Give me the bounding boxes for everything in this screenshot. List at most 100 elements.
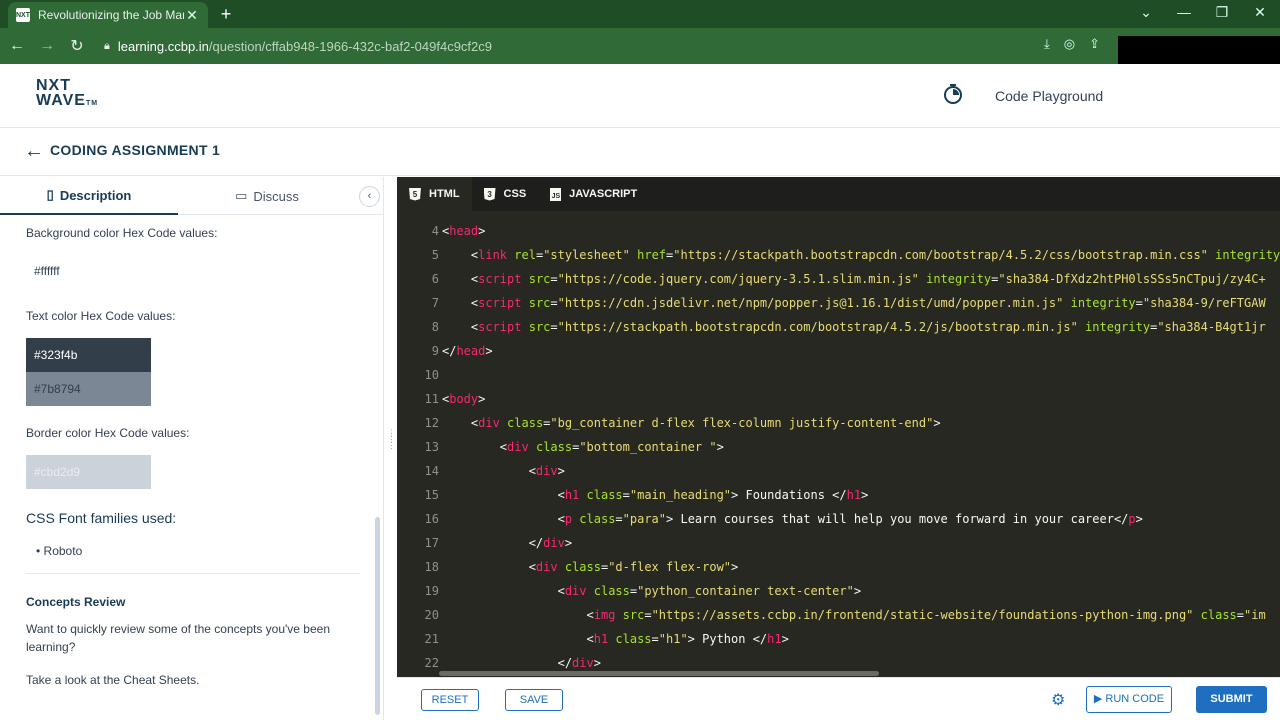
forward-icon[interactable]: → bbox=[34, 37, 60, 55]
line-number: 15 bbox=[424, 488, 439, 502]
code-line: <div class="d-flex flex-row"> bbox=[442, 560, 739, 574]
back-arrow-icon[interactable]: ← bbox=[24, 140, 44, 163]
app-header: NXT WAVETM Code Playground bbox=[0, 64, 1280, 128]
concepts-review-title: Concepts Review bbox=[26, 595, 126, 609]
url-path: /question/cffab948-1966-432c-baf2-049f4c… bbox=[208, 38, 492, 54]
line-number: 7 bbox=[431, 296, 439, 310]
line-number: 9 bbox=[431, 344, 439, 358]
html5-icon: 5 bbox=[409, 187, 421, 201]
tab-javascript[interactable]: JS JAVASCRIPT bbox=[538, 177, 649, 211]
tab-css-label: CSS bbox=[503, 188, 527, 200]
line-number: 21 bbox=[424, 632, 439, 646]
code-line: <h1 class="h1"> Python </h1> bbox=[442, 632, 789, 646]
run-code-button[interactable]: ▶ RUN CODE bbox=[1086, 686, 1172, 713]
nxtwave-logo[interactable]: NXT WAVETM bbox=[36, 78, 98, 111]
panel-tabs: ▯ Description ▭ Discuss ‹ bbox=[0, 177, 384, 215]
code-line: </head> bbox=[442, 344, 493, 358]
browser-tab[interactable]: NXT Revolutionizing the Job Market | ✕ bbox=[8, 2, 208, 28]
browser-tab-title: Revolutionizing the Job Market | bbox=[38, 8, 184, 22]
panel-resize-handle[interactable]: ⋮ ⋮ ⋮ bbox=[387, 429, 396, 460]
lock-icon: 🔒︎ bbox=[104, 39, 110, 52]
submit-button[interactable]: SUBMIT bbox=[1196, 686, 1267, 713]
gear-icon[interactable]: ⚙ bbox=[1051, 690, 1065, 710]
site-favicon-icon: NXT bbox=[16, 8, 30, 22]
code-line: </div> bbox=[442, 656, 601, 669]
code-line: <h1 class="main_heading"> Foundations </… bbox=[442, 488, 869, 502]
close-window-icon[interactable]: ✕ bbox=[1250, 4, 1270, 21]
code-line: <link rel="stylesheet" href="https://sta… bbox=[442, 248, 1280, 262]
text-color-swatch-1: #323f4b bbox=[26, 338, 151, 372]
code-line: </div> bbox=[442, 536, 573, 550]
line-number: 13 bbox=[424, 440, 439, 454]
tab-javascript-label: JAVASCRIPT bbox=[569, 188, 638, 200]
back-icon[interactable]: ← bbox=[4, 37, 30, 55]
line-number: 8 bbox=[431, 320, 439, 334]
code-line: <script src="https://stackpath.bootstrap… bbox=[442, 320, 1266, 334]
code-line: <div class="python_container text-center… bbox=[442, 584, 862, 598]
new-tab-button[interactable]: + bbox=[216, 4, 236, 24]
code-line: <img src="https://assets.ccbp.in/fronten… bbox=[442, 608, 1266, 622]
tab-discuss-label: Discuss bbox=[253, 188, 299, 204]
save-button[interactable]: SAVE bbox=[505, 689, 563, 711]
code-line: <div class="bottom_container "> bbox=[442, 440, 724, 454]
font-list-item: • Roboto bbox=[36, 544, 83, 558]
line-number: 16 bbox=[424, 512, 439, 526]
editor-horizontal-scrollbar[interactable] bbox=[439, 671, 879, 676]
url-field[interactable]: 🔒︎ learning.ccbp.in /question/cffab948-1… bbox=[104, 39, 492, 54]
bg-color-swatch: #ffffff bbox=[26, 254, 151, 288]
tab-search-icon[interactable]: ⌄ bbox=[1136, 4, 1156, 21]
code-line: <head> bbox=[442, 224, 486, 238]
code-playground-link[interactable]: Code Playground bbox=[995, 88, 1103, 104]
font-families-heading: CSS Font families used: bbox=[26, 510, 177, 526]
border-color-label: Border color Hex Code values: bbox=[26, 426, 190, 440]
code-line: <div> bbox=[442, 464, 565, 478]
url-host: learning.ccbp.in bbox=[117, 38, 209, 54]
stopwatch-icon[interactable] bbox=[942, 83, 964, 105]
logo-trademark: TM bbox=[85, 100, 99, 107]
minimize-icon[interactable]: — bbox=[1174, 4, 1194, 20]
code-line: <body> bbox=[442, 392, 486, 406]
document-icon: ▯ bbox=[46, 187, 54, 202]
assignment-title: CODING ASSIGNMENT 1 bbox=[50, 142, 221, 158]
border-color-swatch: #cbd2d9 bbox=[26, 455, 151, 489]
tab-html[interactable]: 5 HTML bbox=[397, 177, 472, 211]
line-number: 6 bbox=[431, 272, 439, 286]
text-color-label: Text color Hex Code values: bbox=[26, 309, 176, 323]
logo-line-2: WAVE bbox=[36, 92, 86, 109]
tab-html-label: HTML bbox=[429, 188, 460, 200]
play-icon: ▶ bbox=[1093, 693, 1103, 705]
tab-css[interactable]: 3 CSS bbox=[472, 177, 539, 211]
code-area[interactable]: 4 5 6 7 8 9 10 11 12 13 14 15 16 17 18 1… bbox=[397, 211, 1280, 669]
eye-off-icon[interactable]: ◎ bbox=[1064, 36, 1075, 52]
reset-button[interactable]: RESET bbox=[421, 689, 479, 711]
tab-discuss[interactable]: ▭ Discuss bbox=[178, 177, 356, 215]
line-number: 17 bbox=[424, 536, 439, 550]
chat-icon: ▭ bbox=[235, 188, 248, 203]
collapse-panel-button[interactable]: ‹ bbox=[359, 186, 380, 207]
font-item-label: Roboto bbox=[43, 544, 83, 558]
editor-tabs: 5 HTML 3 CSS JS JAVASCRIPT bbox=[397, 177, 1280, 211]
line-number: 4 bbox=[431, 224, 439, 238]
concepts-review-text: Want to quickly review some of the conce… bbox=[26, 622, 331, 654]
address-bar: ← → ↻ 🔒︎ learning.ccbp.in /question/cffa… bbox=[0, 28, 1280, 64]
reload-icon[interactable]: ↻ bbox=[64, 36, 90, 56]
text-color-swatch-2: #7b8794 bbox=[26, 372, 151, 406]
editor-actions-bar: RESET SAVE ⚙ ▶ RUN CODE SUBMIT bbox=[397, 677, 1280, 720]
share-icon[interactable]: ⇪ bbox=[1089, 36, 1100, 52]
divider bbox=[26, 573, 360, 574]
assignment-header: ← CODING ASSIGNMENT 1 bbox=[0, 128, 1280, 176]
tab-description[interactable]: ▯ Description bbox=[0, 177, 178, 215]
line-number: 12 bbox=[424, 416, 439, 430]
line-number: 20 bbox=[424, 608, 439, 622]
code-line: <div class="bg_container d-flex flex-col… bbox=[442, 416, 941, 430]
code-editor: 5 HTML 3 CSS JS JAVASCRIPT 4 5 6 7 8 9 1… bbox=[397, 177, 1280, 677]
left-scrollbar[interactable] bbox=[375, 517, 380, 715]
css3-icon: 3 bbox=[483, 187, 496, 201]
line-number: 14 bbox=[424, 464, 439, 478]
line-number: 5 bbox=[431, 248, 439, 262]
install-icon[interactable]: ⤓ bbox=[1044, 36, 1050, 52]
bg-color-label: Background color Hex Code values: bbox=[26, 226, 218, 240]
restore-icon[interactable]: ❐ bbox=[1212, 4, 1232, 21]
close-tab-icon[interactable]: ✕ bbox=[184, 7, 200, 24]
line-number: 11 bbox=[424, 392, 439, 406]
